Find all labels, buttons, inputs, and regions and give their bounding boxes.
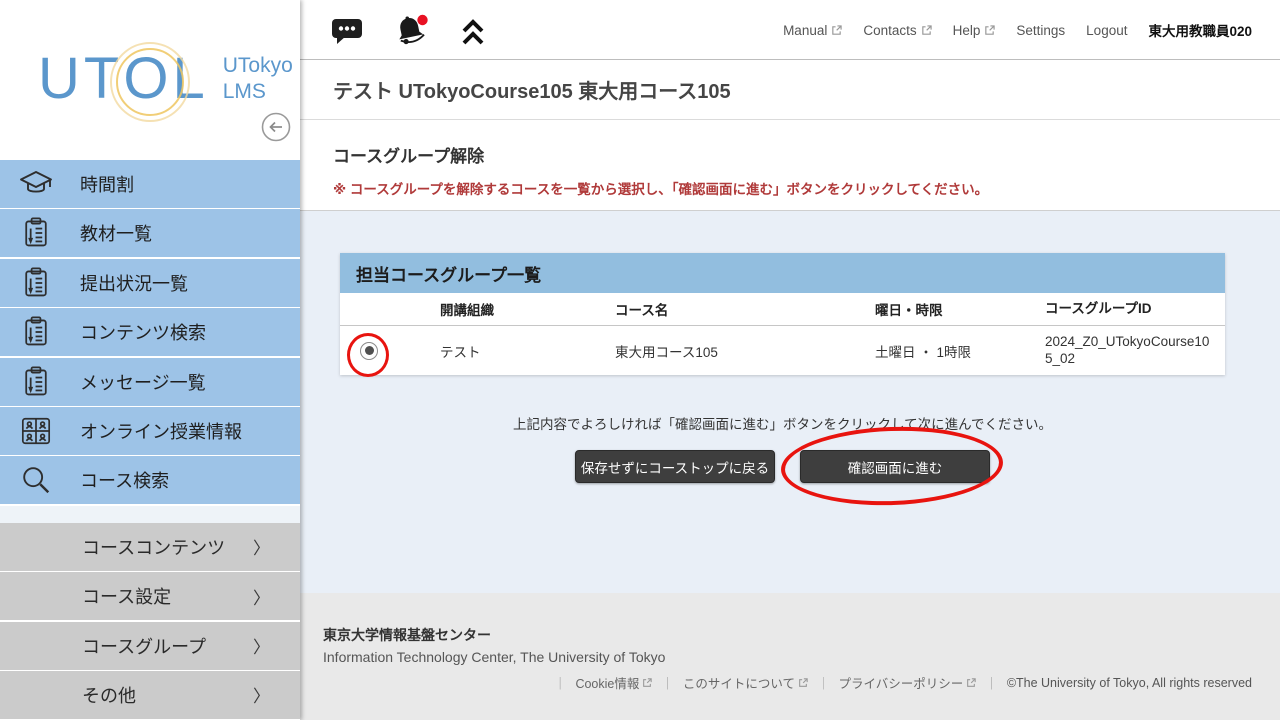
instruction-note: ※ コースグループを解除するコースを一覧から選択し、「確認画面に進む」ボタンをク… [333,178,988,198]
sidebar-item-course-group[interactable]: コースグループ 〉 [0,622,300,670]
column-header-course: コース名 [605,299,865,319]
external-link-icon [831,25,842,36]
clipboard-icon [18,216,54,250]
radio-selected-dot [365,346,374,355]
utol-logo: UTOL UTokyo LMS [38,50,293,108]
username: 東大用教職員020 [1148,20,1252,40]
sidebar-menu: 時間割 教材一覧 [0,160,300,720]
main-area: Manual Contacts Help Settings Logout 東大用… [300,0,1280,720]
chevron-right-icon: 〉 [253,534,270,559]
button-row: 保存せずにコーストップに戻る 確認画面に進む [340,450,1225,483]
notification-bell-icon[interactable] [392,13,432,49]
sidebar-item-course-search[interactable]: コース検索 [0,456,300,504]
external-link-icon [798,678,808,688]
cell-group-id: 2024_Z0_UTokyoCourse105_02 [1035,334,1225,368]
online-class-icon [18,415,54,447]
copyright-text: ©The University of Tokyo, All rights res… [1007,676,1252,690]
contacts-link[interactable]: Contacts [863,23,931,38]
content-area: 担当コースグループ一覧 開講組織 コース名 曜日・時限 コースグループID テス… [300,211,1280,593]
sidebar-item-course-settings[interactable]: コース設定 〉 [0,572,300,620]
search-icon [18,463,54,497]
settings-link[interactable]: Settings [1016,23,1065,38]
sidebar-item-course-contents[interactable]: コースコンテンツ 〉 [0,523,300,571]
sidebar-item-others[interactable]: その他 〉 [0,671,300,719]
sidebar-item-messages[interactable]: メッセージ一覧 [0,358,300,406]
logo-letter: U [38,50,84,108]
cookie-info-link[interactable]: Cookie情報 [575,673,652,692]
chevron-right-icon: 〉 [253,633,270,658]
sidebar-item-label: 教材一覧 [80,220,152,246]
footer: 東京大学情報基盤センター Information Technology Cent… [300,593,1280,720]
sidebar-item-materials[interactable]: 教材一覧 [0,209,300,257]
logo-text: UTOL [38,50,209,108]
sidebar-item-online-class[interactable]: オンライン授業情報 [0,407,300,455]
sidebar-item-label: コース検索 [80,467,169,493]
arrow-left-circle-icon [260,111,292,143]
chevron-right-icon: 〉 [253,682,270,707]
course-group-table: 担当コースグループ一覧 開講組織 コース名 曜日・時限 コースグループID テス… [340,253,1225,375]
sidebar-item-submissions[interactable]: 提出状況一覧 [0,259,300,307]
external-link-icon [984,25,995,36]
help-link[interactable]: Help [953,23,996,38]
cell-course: 東大用コース105 [605,341,865,361]
back-to-course-top-button[interactable]: 保存せずにコーストップに戻る [575,450,775,483]
column-header-group-id: コースグループID [1035,301,1225,318]
column-header-day: 曜日・時限 [865,299,1035,319]
sidebar-item-timetable[interactable]: 時間割 [0,160,300,208]
cell-day: 土曜日 ・ 1時限 [865,341,1035,361]
notification-badge [417,15,427,25]
manual-link[interactable]: Manual [783,23,842,38]
column-header-org: 開講組織 [430,299,605,319]
logo-letter-o: O [123,50,172,108]
table-row: テスト 東大用コース105 土曜日 ・ 1時限 2024_Z0_UTokyoCo… [340,326,1225,375]
sidebar-gap [0,506,300,523]
sidebar-item-content-search[interactable]: コンテンツ検索 [0,308,300,356]
sidebar-item-label: メッセージ一覧 [80,369,206,395]
sidebar-collapse-button[interactable] [260,111,292,143]
external-link-icon [966,678,976,688]
collapse-topbar-icon[interactable] [460,16,486,46]
course-title-bar: テスト UTokyoCourse105 東大用コース105 [300,60,1280,120]
course-radio[interactable] [360,342,378,360]
section-header: コースグループ解除 ※ コースグループを解除するコースを一覧から選択し、「確認画… [300,120,1280,211]
clipboard-icon [18,315,54,349]
confirm-instruction: 上記内容でよろしければ「確認画面に進む」ボタンをクリックして次に進んでください。 [340,413,1225,433]
page-title: テスト UTokyoCourse105 東大用コース105 [333,75,731,104]
logout-link[interactable]: Logout [1086,23,1127,38]
privacy-policy-link[interactable]: プライバシーポリシー [839,673,977,692]
section-title: コースグループ解除 [333,142,484,167]
sidebar-item-label: 提出状況一覧 [80,270,188,296]
footer-org-ja: 東京大学情報基盤センター [323,625,491,645]
chevron-right-icon: 〉 [253,584,270,609]
topbar: Manual Contacts Help Settings Logout 東大用… [300,0,1280,60]
footer-org-en: Information Technology Center, The Unive… [323,649,665,665]
table-header-row: 開講組織 コース名 曜日・時限 コースグループID [340,293,1225,326]
about-site-link[interactable]: このサイトについて [683,673,808,692]
clipboard-icon [18,365,54,399]
clipboard-icon [18,266,54,300]
table-title: 担当コースグループ一覧 [340,253,1225,293]
external-link-icon [642,678,652,688]
footer-links: ｜ Cookie情報 ｜ このサイトについて ｜ プライバシーポリシー ｜ ©T… [554,673,1252,692]
sidebar-item-label: 時間割 [80,171,134,197]
message-icon[interactable] [330,16,364,47]
sidebar-item-label: オンライン授業情報 [80,418,242,444]
cell-org: テスト [430,341,605,361]
logo-subtext: UTokyo LMS [223,53,293,106]
sidebar-item-label: コンテンツ検索 [80,319,206,345]
graduation-cap-icon [18,169,54,199]
sidebar: UTOL UTokyo LMS 時間割 [0,0,300,720]
external-link-icon [921,25,932,36]
proceed-to-confirm-button[interactable]: 確認画面に進む [800,450,990,483]
